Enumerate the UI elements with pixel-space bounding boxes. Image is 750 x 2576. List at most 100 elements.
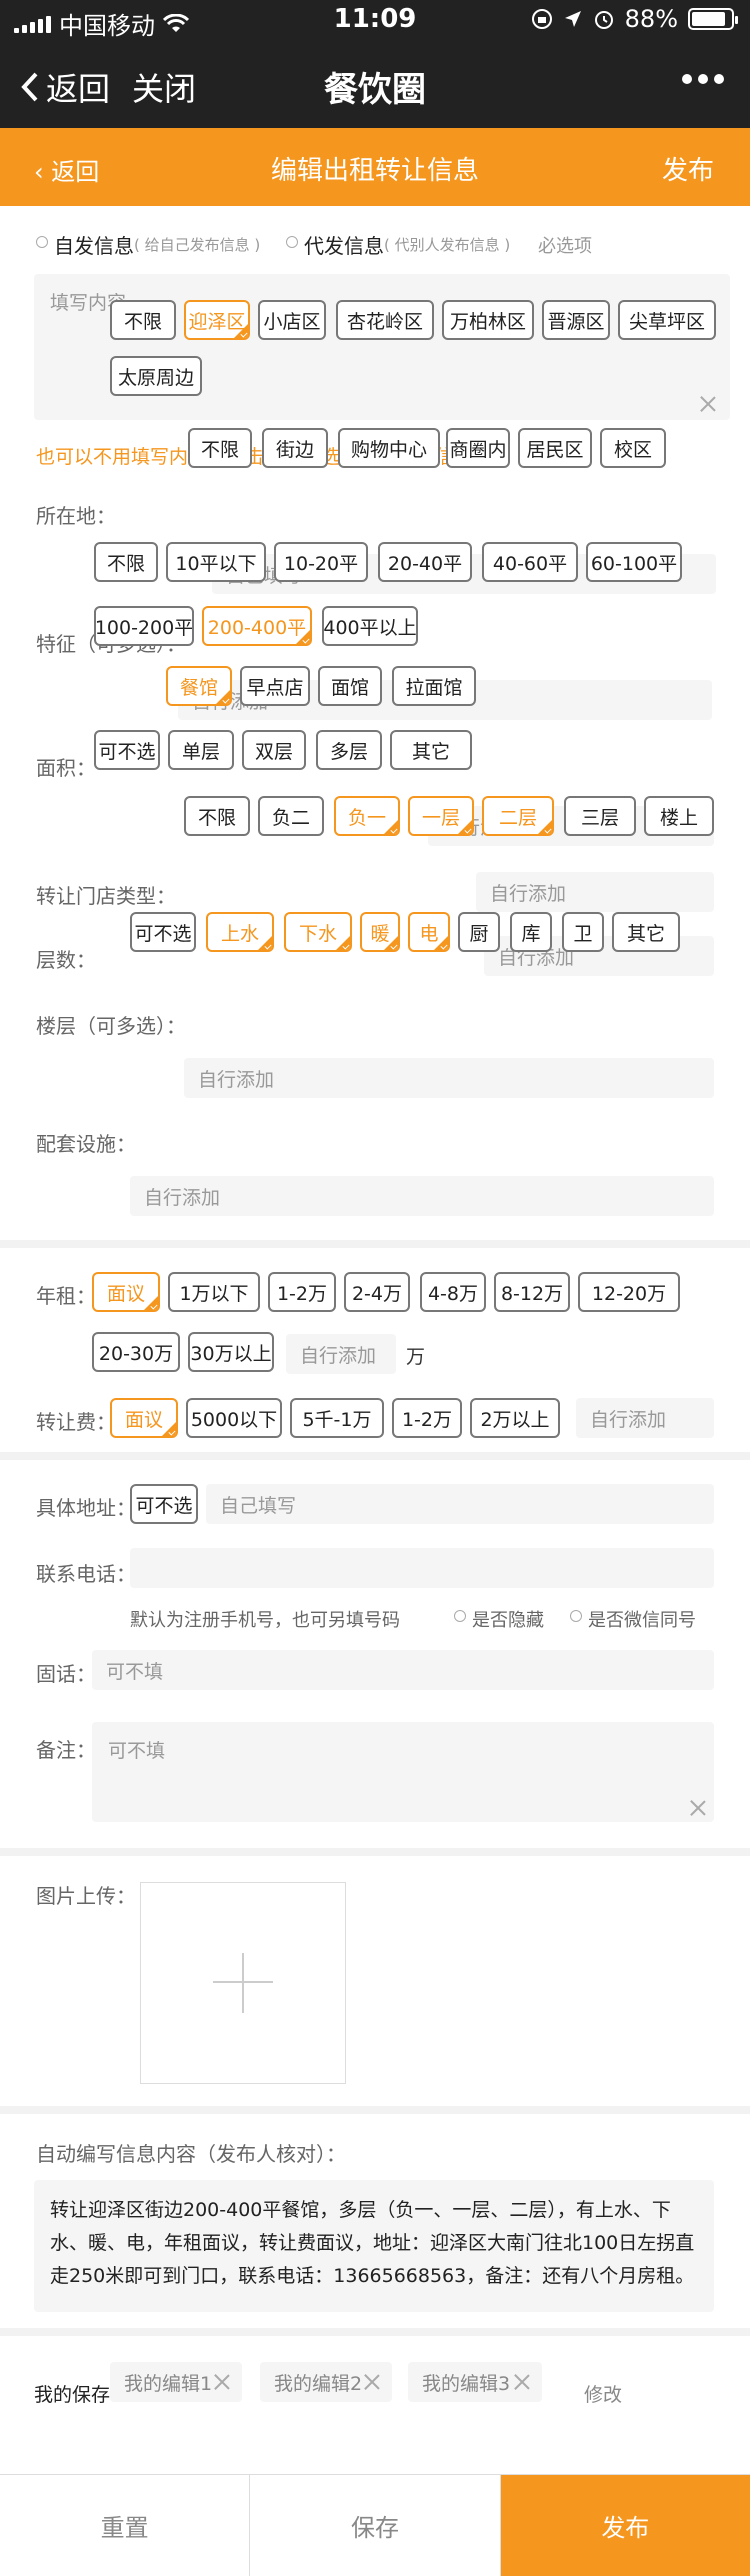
facilities-option-chip[interactable]: 厨 (458, 912, 500, 952)
saved-edit-button[interactable]: 修改 (584, 2380, 622, 2407)
rent-option-chip[interactable]: 2-4万 (344, 1272, 410, 1312)
location-option-chip[interactable]: 杏花岭区 (336, 300, 434, 340)
header-publish-button[interactable]: 发布 (662, 150, 714, 187)
remark-textarea[interactable]: 可不填 (92, 1722, 714, 1822)
area-option-chip[interactable]: 60-100平 (586, 542, 682, 582)
floor-option-chip[interactable]: 一层 (408, 796, 474, 836)
transfer-fee-custom-input[interactable]: 自行添加 (576, 1398, 714, 1438)
layers-option-chip[interactable]: 可不选 (94, 730, 160, 770)
feature-option-chip[interactable]: 校区 (600, 428, 666, 468)
transfer-fee-option-chip[interactable]: 5000以下 (186, 1398, 282, 1438)
feature-option-chip[interactable]: 不限 (188, 428, 252, 468)
proxy-publish-label[interactable]: 代发信息 (304, 230, 384, 259)
self-publish-radio[interactable] (36, 236, 48, 248)
floor-option-chip[interactable]: 二层 (482, 796, 554, 836)
floor-option-chip[interactable]: 不限 (184, 796, 250, 836)
layers-option-chip[interactable]: 双层 (242, 730, 306, 770)
self-publish-label[interactable]: 自发信息 (54, 230, 134, 259)
area-option-chip[interactable]: 100-200平 (94, 606, 194, 646)
remove-saved-icon[interactable] (364, 2374, 380, 2390)
saved-item[interactable]: 我的编辑3 (408, 2362, 542, 2402)
facilities-option-chip[interactable]: 可不选 (130, 912, 196, 952)
location-option-chip[interactable]: 晋源区 (542, 300, 610, 340)
facilities-option-chip[interactable]: 电 (408, 912, 450, 952)
feature-option-chip[interactable]: 购物中心 (338, 428, 440, 468)
facilities-option-chip[interactable]: 卫 (562, 912, 604, 952)
area-option-chip[interactable]: 400平以上 (322, 606, 418, 646)
area-option-chip[interactable]: 10平以下 (166, 542, 266, 582)
area-option-chip[interactable]: 不限 (94, 542, 158, 582)
shop-type-option-chip[interactable]: 面馆 (318, 666, 382, 706)
layers-label: 层数： (36, 948, 96, 972)
area-option-chip[interactable]: 200-400平 (202, 606, 312, 646)
shop-type-option-chip[interactable]: 餐馆 (166, 666, 232, 706)
area-option-chip[interactable]: 20-40平 (378, 542, 472, 582)
rent-option-chip[interactable]: 30万以上 (188, 1332, 274, 1372)
landline-input[interactable]: 可不填 (92, 1650, 714, 1690)
content-textarea[interactable]: 填写内容 (34, 274, 730, 420)
location-option-chip[interactable]: 太原周边 (110, 356, 202, 396)
transfer-fee-option-chip[interactable]: 2万以上 (470, 1398, 560, 1438)
location-option-chip[interactable]: 尖草坪区 (618, 300, 716, 340)
facilities-option-chip[interactable]: 暖 (360, 912, 400, 952)
area-option-label: 不限 (106, 552, 145, 575)
address-option-chip[interactable]: 可不选 (130, 1484, 198, 1524)
area-option-chip[interactable]: 40-60平 (482, 542, 578, 582)
shop-type-option-chip[interactable]: 早点店 (240, 666, 310, 706)
floor-option-chip[interactable]: 三层 (564, 796, 636, 836)
facilities-option-chip[interactable]: 下水 (284, 912, 352, 952)
more-icon[interactable] (682, 74, 724, 84)
shop-type-option-chip[interactable]: 拉面馆 (392, 666, 476, 706)
facilities-option-chip[interactable]: 其它 (612, 912, 680, 952)
rent-option-chip[interactable]: 12-20万 (578, 1272, 680, 1312)
facilities-option-chip[interactable]: 上水 (206, 912, 274, 952)
facilities-option-chip[interactable]: 库 (510, 912, 552, 952)
layers-option-chip[interactable]: 其它 (390, 730, 472, 770)
rent-option-chip[interactable]: 1-2万 (268, 1272, 336, 1312)
rent-option-chip[interactable]: 20-30万 (92, 1332, 180, 1372)
rent-option-chip[interactable]: 8-12万 (494, 1272, 570, 1312)
area-option-chip[interactable]: 10-20平 (274, 542, 368, 582)
save-button[interactable]: 保存 (250, 2475, 501, 2576)
remove-saved-icon[interactable] (514, 2374, 530, 2390)
feature-option-chip[interactable]: 商圈内 (446, 428, 510, 468)
phone-input[interactable] (130, 1548, 714, 1588)
saved-item[interactable]: 我的编辑1 (110, 2362, 242, 2402)
wechat-same-radio[interactable] (570, 1610, 582, 1622)
floor-custom-input[interactable]: 自行添加 (184, 1058, 714, 1098)
feature-option-chip[interactable]: 街边 (262, 428, 328, 468)
layers-option-chip[interactable]: 多层 (316, 730, 382, 770)
rent-option-chip[interactable]: 面议 (92, 1272, 160, 1312)
rent-option-chip[interactable]: 1万以下 (168, 1272, 260, 1312)
floor-option-chip[interactable]: 楼上 (644, 796, 714, 836)
status-bar: 中国移动 11:09 88% (0, 0, 750, 40)
location-option-chip[interactable]: 小店区 (258, 300, 326, 340)
clear-content-icon[interactable] (700, 396, 716, 412)
proxy-publish-radio[interactable] (286, 236, 298, 248)
layers-option-chip[interactable]: 单层 (168, 730, 234, 770)
saved-item[interactable]: 我的编辑2 (260, 2362, 392, 2402)
rent-option-chip[interactable]: 4-8万 (420, 1272, 486, 1312)
publish-button[interactable]: 发布 (500, 2475, 750, 2576)
hide-phone-label[interactable]: 是否隐藏 (472, 1606, 544, 1632)
rent-label: 年租： (36, 1284, 96, 1308)
transfer-fee-option-chip[interactable]: 面议 (110, 1398, 178, 1438)
shop-type-custom-input[interactable]: 自行添加 (476, 872, 714, 912)
add-image-button[interactable] (140, 1882, 346, 2084)
hide-phone-radio[interactable] (454, 1610, 466, 1622)
feature-option-chip[interactable]: 居民区 (518, 428, 592, 468)
remove-saved-icon[interactable] (214, 2374, 230, 2390)
clear-remark-icon[interactable] (690, 1800, 706, 1816)
wechat-same-label[interactable]: 是否微信同号 (588, 1606, 696, 1632)
facilities-custom-input[interactable]: 自行添加 (130, 1176, 714, 1216)
floor-option-chip[interactable]: 负二 (258, 796, 324, 836)
location-option-chip[interactable]: 迎泽区 (184, 300, 250, 340)
reset-button[interactable]: 重置 (0, 2475, 251, 2576)
location-option-chip[interactable]: 不限 (110, 300, 176, 340)
transfer-fee-option-chip[interactable]: 1-2万 (392, 1398, 462, 1438)
address-input[interactable]: 自己填写 (206, 1484, 714, 1524)
rent-custom-input[interactable]: 自行添加 (286, 1334, 396, 1374)
transfer-fee-option-chip[interactable]: 5千-1万 (290, 1398, 384, 1438)
floor-option-chip[interactable]: 负一 (334, 796, 400, 836)
location-option-chip[interactable]: 万柏林区 (442, 300, 534, 340)
